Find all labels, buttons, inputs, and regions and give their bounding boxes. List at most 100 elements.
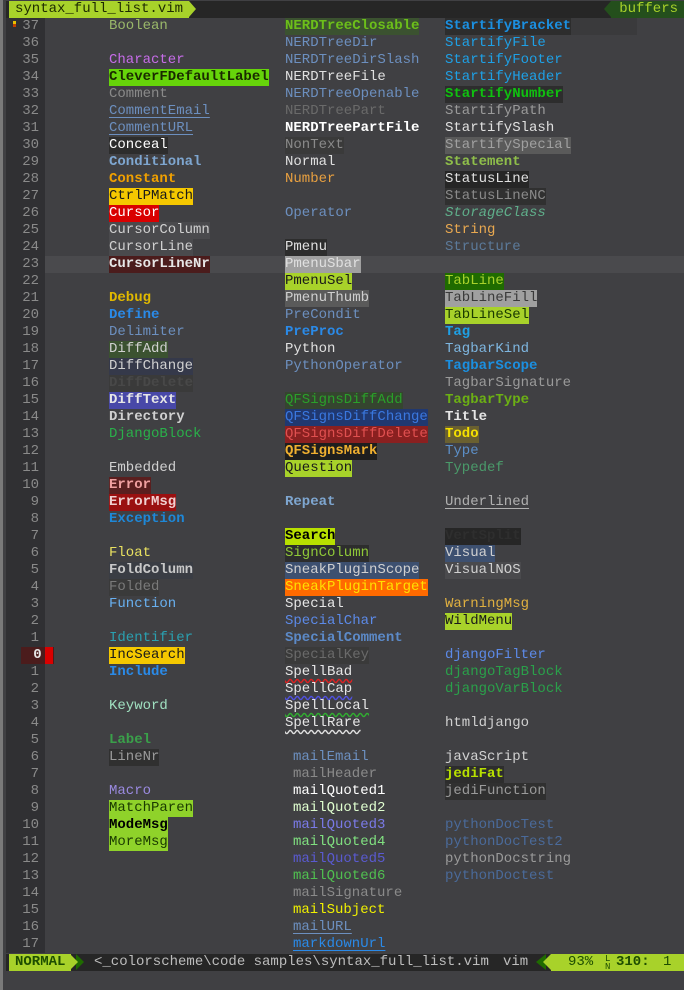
highlight-group[interactable]: djangoVarBlock [445,681,563,698]
highlight-group[interactable]: Character [109,52,185,69]
highlight-group[interactable]: StartifyFile [445,35,546,52]
highlight-group[interactable]: Folded [109,579,160,596]
highlight-group[interactable]: Exception [109,511,185,528]
highlight-group[interactable]: String [445,222,495,239]
highlight-group[interactable]: ModeMsg [109,817,168,834]
editor-line[interactable]: 3 Keyword SpellLocal [3,698,684,715]
highlight-group[interactable]: QFSignsMark [285,443,378,460]
highlight-group[interactable]: mailQuoted6 [293,868,385,885]
editor-line[interactable]: 16 DiffDelete TagbarSignature [3,375,684,392]
editor-line[interactable]: 5 FoldColumn SneakPluginScope VisualNOS [3,562,684,579]
editor-line[interactable]: 35 Character NERDTreeDirSlash StartifyFoote… [3,52,684,69]
highlight-group[interactable]: QFSignsDiffChange [285,409,428,426]
highlight-group[interactable]: StartifySlash [445,120,554,137]
editor-line[interactable]: 7 Search VertSplit [3,528,684,545]
highlight-group[interactable]: TagbarType [445,392,529,409]
highlight-group[interactable]: jediFunction [445,783,546,800]
highlight-group[interactable]: Conceal [109,137,168,154]
editor-line[interactable]: 5 Label [3,732,684,749]
highlight-group[interactable]: SpellCap [285,681,352,698]
editor-line[interactable]: 11 MoreMsg mailQuoted4 pythonDocTest2 [3,834,684,851]
editor-line[interactable]: 14 Directory QFSignsDiffChange Title [3,409,684,426]
editor-line[interactable]: 27 CtrlPMatch StatusLineNC [3,188,684,205]
highlight-group[interactable]: Statement [445,154,521,171]
highlight-group[interactable]: PmenuThumb [285,290,370,307]
editor-line[interactable]: 8 Exception [3,511,684,528]
highlight-group[interactable]: PmenuSbar [285,256,361,273]
editor-line[interactable]: 17 markdownUrl [3,936,684,953]
highlight-group[interactable]: VisualNOS [445,562,521,579]
editor-line[interactable]: 22 PmenuSel TabLine [3,273,684,290]
highlight-group[interactable]: PreCondit [285,307,361,324]
highlight-group[interactable]: PmenuSel [285,273,353,290]
highlight-group[interactable]: Visual [445,545,496,562]
highlight-group[interactable]: Define [109,307,159,324]
highlight-group[interactable]: TabLine [445,273,504,290]
editor-line[interactable]: 10 Error [3,477,684,494]
highlight-group[interactable]: javaScript [445,749,529,766]
highlight-group[interactable]: Keyword [109,698,168,715]
highlight-group[interactable]: Tag [445,324,470,341]
highlight-group[interactable]: Python [285,341,335,358]
highlight-group[interactable]: SpellRare [285,715,361,732]
highlight-group[interactable]: mailQuoted5 [293,851,385,868]
highlight-group[interactable]: SpellLocal [285,698,369,715]
highlight-group[interactable]: pythonDocstring [445,851,571,868]
highlight-group[interactable]: WarningMsg [445,596,529,613]
editor-line[interactable]: 19 Delimiter PreProc Tag [3,324,684,341]
highlight-group[interactable]: Type [445,443,479,460]
highlight-group[interactable]: CursorLineNr [109,256,210,273]
highlight-group[interactable]: pythonDocTest2 [445,834,563,851]
highlight-group[interactable]: SignColumn [285,545,370,562]
editor-line[interactable]: 6 LineNr mailEmail javaScript [3,749,684,766]
highlight-group[interactable]: Directory [109,409,185,426]
highlight-group[interactable]: NERDTreePart [285,103,386,120]
highlight-group[interactable]: pythonDoctest [445,868,554,885]
highlight-group[interactable]: IncSearch [109,647,185,664]
highlight-group[interactable]: TagbarKind [445,341,529,358]
highlight-group[interactable]: StorageClass [445,205,546,222]
highlight-group[interactable]: djangoFilter [445,647,546,664]
highlight-group[interactable]: StatusLineNC [445,188,546,205]
highlight-group[interactable]: CtrlPMatch [109,188,194,205]
highlight-group[interactable]: NERDTreeDirSlash [285,52,419,69]
editor-line[interactable]: 7 mailHeader jediFat [3,766,684,783]
highlight-group[interactable]: Float [109,545,151,562]
editor-line[interactable]: 9 ErrorMsg Repeat Underlined [3,494,684,511]
highlight-group[interactable]: jediFat [445,766,504,783]
highlight-group[interactable]: Comment [109,86,168,103]
highlight-group[interactable]: Repeat [285,494,335,511]
highlight-group[interactable]: Structure [445,239,521,256]
highlight-group[interactable]: Number [285,171,335,188]
editor-line[interactable]: 12 mailQuoted5 pythonDocstring [3,851,684,868]
highlight-group[interactable]: ErrorMsg [109,494,177,511]
highlight-group[interactable]: Identifier [109,630,193,647]
highlight-group[interactable]: SpecialChar [285,613,377,630]
highlight-group[interactable]: Cursor [109,205,160,222]
highlight-group[interactable]: DiffChange [109,358,194,375]
highlight-group[interactable]: TabLineFill [445,290,538,307]
highlight-group[interactable]: PreProc [285,324,344,341]
highlight-group[interactable]: QFSignsDiffAdd [285,392,403,409]
highlight-group[interactable]: Typedef [445,460,504,477]
highlight-group[interactable]: TagbarSignature [445,375,571,392]
highlight-group[interactable]: NonText [285,137,344,154]
highlight-group[interactable]: NERDTreePartFile [285,120,419,137]
highlight-group[interactable]: CommentEmail [109,103,210,120]
highlight-group[interactable]: SpecialComment [285,630,403,647]
highlight-group[interactable]: QFSignsDiffDelete [285,426,428,443]
highlight-group[interactable]: FoldColumn [109,562,194,579]
editor-line[interactable]: 2 SpellCap djangoVarBlock [3,681,684,698]
highlight-group[interactable]: Normal [285,154,335,171]
editor-line[interactable]: 0 IncSearch SpecialKey djangoFilter [3,647,684,664]
editor-line[interactable]: 20 Define PreCondit TabLineSel [3,307,684,324]
editor-line[interactable]: 15 mailSubject [3,902,684,919]
highlight-group[interactable]: NERDTreeClosable [285,18,420,35]
editor-line[interactable]: 1 Identifier SpecialComment [3,630,684,647]
highlight-group[interactable]: mailURL [293,919,352,936]
highlight-group[interactable]: TagbarScope [445,358,537,375]
editor-line[interactable]: 36 NERDTreeDir StartifyFile [3,35,684,52]
highlight-group[interactable]: CleverFDefaultLabel [109,69,269,86]
editor-line[interactable]: 37 Boolean NERDTreeClosable StartifyBracket [3,18,684,35]
highlight-group[interactable]: Embedded [109,460,176,477]
